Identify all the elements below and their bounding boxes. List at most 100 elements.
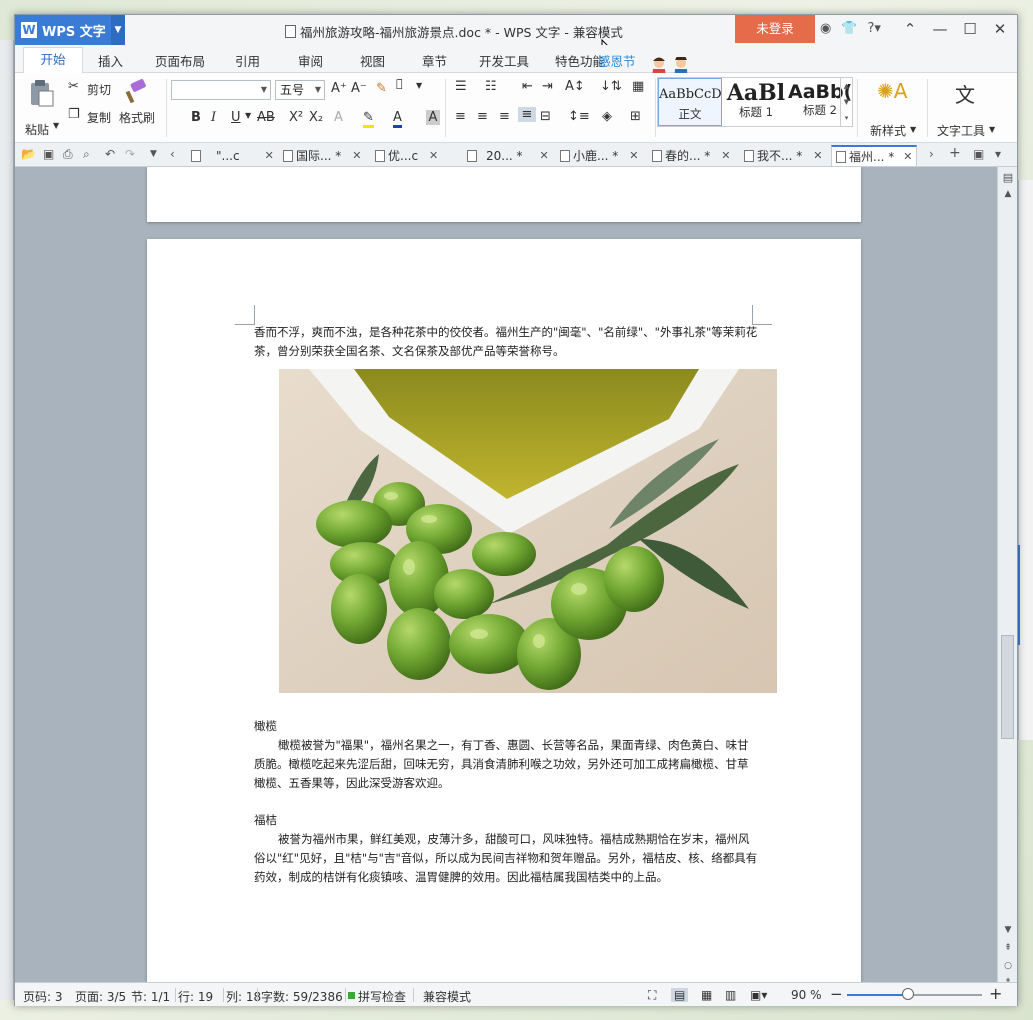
text-direction-icon[interactable]: A↕ bbox=[565, 79, 585, 94]
heading-olive[interactable]: 橄榄 bbox=[254, 717, 759, 736]
reading-view-icon[interactable]: ▥ bbox=[725, 988, 736, 1002]
font-color-icon[interactable]: A bbox=[393, 110, 402, 128]
scrollbar-thumb[interactable] bbox=[1001, 635, 1014, 739]
doc-tab[interactable]: 优...c ✕ bbox=[375, 145, 438, 166]
tab-list-icon[interactable]: ▣ bbox=[973, 147, 984, 161]
status-page[interactable]: 页面: 3/5 bbox=[75, 988, 126, 1005]
sort-icon[interactable]: ↓⇅ bbox=[600, 79, 622, 94]
zoom-in-icon[interactable]: + bbox=[989, 984, 1002, 1003]
chevron-down-icon[interactable]: ▼ bbox=[53, 121, 59, 130]
tab-references[interactable]: 引用 bbox=[235, 51, 260, 70]
web-view-icon[interactable]: ▣▾ bbox=[750, 988, 767, 1002]
festival-banner-text[interactable]: 感恩节 bbox=[598, 51, 636, 70]
paragraph-tangerine[interactable]: 被誉为福州市果，鲜红美观，皮薄汁多，甜酸可口，风味独特。福桔成熟期恰在岁末，福州… bbox=[254, 830, 759, 887]
redo-icon[interactable]: ↷ bbox=[125, 147, 135, 161]
document-canvas[interactable]: 香而不浮，爽而不浊，是各种花茶中的佼佼者。福州生产的"闽毫"、"名前绿"、"外事… bbox=[15, 167, 997, 982]
chevron-down-icon[interactable]: ▼ bbox=[245, 111, 251, 120]
tab-scroll-left-icon[interactable]: ‹ bbox=[170, 147, 175, 161]
format-painter-button[interactable]: 格式刷 bbox=[119, 109, 155, 126]
copy-button[interactable]: 复制 bbox=[87, 109, 111, 126]
text-tools-button[interactable]: 文字工具 bbox=[937, 122, 985, 139]
doc-tab-active[interactable]: 福州... * ✕ bbox=[831, 145, 918, 166]
close-icon[interactable]: ✕ bbox=[903, 150, 912, 163]
scroll-down-icon[interactable]: ▼ bbox=[998, 925, 1018, 935]
app-menu-button[interactable]: W WPS 文字 ▼ bbox=[15, 15, 125, 45]
close-icon[interactable]: ✕ bbox=[540, 149, 549, 162]
align-left-icon[interactable]: ≡ bbox=[455, 109, 466, 124]
align-center-icon[interactable]: ≡ bbox=[477, 109, 488, 124]
clear-format-icon[interactable]: ✎ bbox=[376, 81, 387, 96]
subscript-icon[interactable]: X₂ bbox=[309, 110, 323, 125]
bullet-list-icon[interactable]: ☰ bbox=[455, 79, 467, 94]
browse-object-icon[interactable]: ○ bbox=[998, 961, 1018, 971]
copy-icon[interactable]: ❐ bbox=[68, 107, 80, 122]
strikethrough-icon[interactable]: AB bbox=[257, 110, 275, 125]
previous-page-icon[interactable]: ⇞ bbox=[998, 943, 1018, 953]
doc-tab[interactable]: "...c ✕ bbox=[191, 145, 274, 166]
outline-view-icon[interactable]: ▦ bbox=[701, 988, 712, 1002]
new-style-button[interactable]: 新样式 bbox=[870, 122, 906, 139]
spell-check-toggle[interactable]: 拼写检查 bbox=[358, 988, 406, 1005]
zoom-level[interactable]: 90 % bbox=[791, 988, 822, 1002]
highlight-icon[interactable]: ✎ bbox=[363, 110, 374, 128]
tab-insert[interactable]: 插入 bbox=[98, 51, 123, 70]
new-style-icon[interactable]: ✺A bbox=[877, 79, 907, 103]
new-tab-icon[interactable]: + bbox=[949, 145, 961, 161]
font-name-select[interactable]: ▼ bbox=[171, 80, 271, 100]
text-tools-icon[interactable]: 文 bbox=[955, 79, 975, 108]
text-effect-icon[interactable]: A bbox=[334, 110, 343, 125]
style-normal[interactable]: AaBbCcD 正文 bbox=[658, 78, 722, 126]
login-button[interactable]: 未登录 bbox=[735, 15, 815, 43]
increase-indent-icon[interactable]: ⇥ bbox=[542, 79, 553, 94]
status-word-count[interactable]: 字数: 59/2386 bbox=[261, 988, 343, 1005]
tab-chapter[interactable]: 章节 bbox=[422, 51, 447, 70]
print-preview-icon[interactable]: ⌕ bbox=[83, 147, 90, 162]
numbered-list-icon[interactable]: ☷ bbox=[485, 79, 497, 94]
decrease-indent-icon[interactable]: ⇤ bbox=[522, 79, 533, 94]
shirt-icon[interactable]: 👕 bbox=[841, 21, 857, 36]
chevron-down-icon[interactable]: ▼ bbox=[111, 15, 125, 45]
paragraph-tea[interactable]: 香而不浮，爽而不浊，是各种花茶中的佼佼者。福州生产的"闽毫"、"名前绿"、"外事… bbox=[254, 323, 759, 361]
bold-icon[interactable]: B bbox=[191, 110, 201, 125]
doc-tab[interactable]: 春的... * ✕ bbox=[652, 145, 730, 166]
paste-icon[interactable] bbox=[27, 79, 55, 107]
phonetic-guide-icon[interactable]: 文̈ bbox=[396, 77, 403, 90]
distribute-icon[interactable]: ⊟ bbox=[540, 109, 551, 124]
save-icon[interactable]: ▣ bbox=[43, 147, 54, 161]
status-page-code[interactable]: 页码: 3 bbox=[23, 988, 63, 1005]
zoom-out-icon[interactable]: − bbox=[830, 985, 843, 1003]
open-icon[interactable]: 📂 bbox=[21, 147, 36, 161]
superscript-icon[interactable]: X² bbox=[289, 110, 303, 125]
skin-icon[interactable]: ◉ bbox=[820, 21, 831, 36]
help-icon[interactable]: ?▾ bbox=[868, 21, 881, 36]
doc-tab[interactable]: 国际... * ✕ bbox=[283, 145, 361, 166]
tab-review[interactable]: 审阅 bbox=[298, 51, 323, 70]
grow-font-icon[interactable]: A⁺ bbox=[331, 81, 347, 96]
status-section[interactable]: 节: 1/1 bbox=[131, 988, 170, 1005]
paste-button[interactable]: 粘贴 bbox=[25, 121, 49, 138]
paragraph-olive[interactable]: 橄榄被誉为"福果"，福州名果之一，有丁香、惠圆、长营等名品，果面青绿、肉色黄白、… bbox=[254, 736, 759, 793]
maximize-icon[interactable]: ☐ bbox=[955, 15, 985, 43]
align-right-icon[interactable]: ≡ bbox=[499, 109, 510, 124]
minimize-icon[interactable]: — bbox=[925, 15, 955, 43]
justify-icon[interactable]: ≡ bbox=[518, 107, 536, 122]
zoom-slider[interactable] bbox=[847, 988, 982, 1000]
zoom-slider-handle[interactable] bbox=[901, 988, 914, 1000]
page-view-icon[interactable]: ▤ bbox=[671, 988, 689, 1002]
document-page[interactable]: 香而不浮，爽而不浊，是各种花茶中的佼佼者。福州生产的"闽毫"、"名前绿"、"外事… bbox=[147, 239, 861, 982]
close-icon[interactable]: ✕ bbox=[985, 15, 1015, 43]
char-shading-icon[interactable]: A bbox=[426, 110, 440, 125]
tab-home[interactable]: 开始 bbox=[23, 47, 83, 73]
close-icon[interactable]: ✕ bbox=[629, 149, 638, 162]
style-scroll-icon[interactable]: ▲ ▼ ▾ bbox=[840, 78, 852, 126]
border-icon[interactable]: ⊞ bbox=[630, 109, 641, 124]
doc-tab[interactable]: 小鹿... * ✕ bbox=[560, 145, 638, 166]
split-view-icon[interactable]: ▤ bbox=[998, 171, 1018, 184]
close-icon[interactable]: ✕ bbox=[813, 149, 822, 162]
tab-scroll-right-icon[interactable]: › bbox=[929, 147, 934, 161]
doc-tab[interactable]: 20... * ✕ bbox=[467, 145, 549, 166]
chevron-down-icon[interactable]: ▼ bbox=[416, 81, 422, 90]
tab-view[interactable]: 视图 bbox=[360, 51, 385, 70]
print-icon[interactable]: ⎙ bbox=[63, 147, 73, 162]
full-screen-icon[interactable]: ⛶ bbox=[648, 988, 656, 1003]
